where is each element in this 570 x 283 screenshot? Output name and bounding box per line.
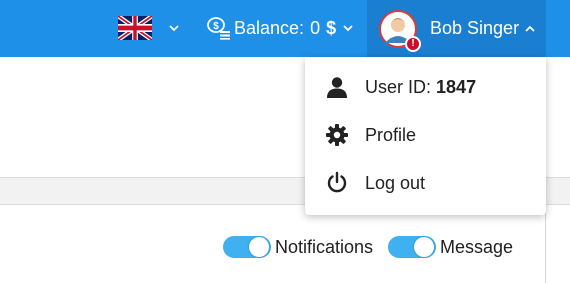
chevron-down-icon	[169, 24, 179, 31]
coins-icon: $	[207, 17, 230, 40]
language-selector[interactable]	[118, 14, 179, 42]
menu-item-user-id: User ID: 1847	[305, 63, 546, 111]
notifications-label: Notifications	[275, 236, 374, 257]
message-toggle[interactable]	[388, 236, 436, 258]
user-dropdown-menu: User ID: 1847 Profile Log out	[305, 57, 546, 215]
toggle-knob	[414, 237, 434, 257]
message-label: Message	[440, 236, 514, 257]
balance-currency: $	[326, 17, 337, 38]
toggle-knob	[249, 237, 269, 257]
balance-label: Balance:	[234, 17, 305, 38]
menu-item-logout[interactable]: Log out	[305, 159, 546, 207]
gear-icon	[326, 124, 348, 146]
exclamation-icon: !	[405, 35, 421, 52]
uk-flag-icon	[118, 16, 152, 40]
profile-label: Profile	[365, 124, 417, 145]
notifications-toggle[interactable]	[223, 236, 271, 258]
person-icon	[327, 77, 347, 98]
user-menu-toggle[interactable]: ! Bob Singer	[367, 0, 546, 57]
notifications-setting: Notifications	[223, 235, 373, 259]
user-name: Bob Singer	[430, 18, 520, 38]
balance-dropdown[interactable]: $ Balance: 0 $	[206, 14, 353, 42]
balance-amount: 0	[310, 17, 321, 38]
chevron-down-icon	[343, 24, 353, 31]
svg-text:$: $	[213, 21, 219, 32]
top-navigation-bar: $ Balance: 0 $ ! Bob Singer	[0, 0, 570, 57]
avatar: !	[379, 9, 421, 52]
user-id-label: User ID:	[365, 76, 432, 97]
logout-label: Log out	[365, 172, 426, 193]
menu-item-profile[interactable]: Profile	[305, 111, 546, 159]
chevron-up-icon	[525, 25, 535, 32]
user-id-value: 1847	[436, 76, 477, 97]
power-icon	[327, 171, 347, 193]
message-setting: Message	[388, 235, 513, 259]
